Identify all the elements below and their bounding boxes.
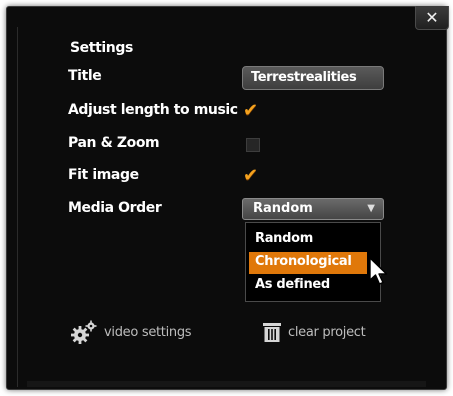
media-order-dropdown: Random Chronological As defined: [245, 222, 381, 302]
option-random[interactable]: Random: [249, 229, 367, 251]
video-settings-button[interactable]: video settings: [70, 320, 192, 344]
divider: [17, 27, 18, 387]
gears-icon: [71, 320, 97, 344]
media-order-label: Media Order: [68, 200, 162, 216]
checkmark-icon: ✔: [243, 165, 259, 186]
adjust-length-checkbox[interactable]: ✔: [243, 100, 260, 121]
fit-image-label: Fit image: [68, 167, 139, 183]
mouse-pointer-icon: [369, 257, 388, 285]
triangle-down-icon: ▼: [367, 203, 375, 214]
media-order-select[interactable]: Random ▼: [242, 198, 384, 220]
video-settings-label: video settings: [104, 324, 192, 340]
title-label: Title: [68, 68, 102, 84]
title-input[interactable]: Terrestrealities: [242, 66, 384, 90]
option-as-defined[interactable]: As defined: [249, 275, 367, 297]
fit-image-checkbox[interactable]: ✔: [243, 165, 260, 186]
adjust-length-label: Adjust length to music: [68, 102, 238, 118]
pan-zoom-label: Pan & Zoom: [68, 135, 160, 151]
trash-icon: [263, 323, 281, 342]
clear-project-label: clear project: [288, 324, 366, 340]
close-button[interactable]: ✕: [415, 6, 449, 30]
close-icon: ✕: [425, 8, 439, 27]
settings-heading: Settings: [70, 40, 133, 56]
media-order-value: Random: [253, 201, 313, 216]
clear-project-button[interactable]: clear project: [262, 320, 366, 344]
option-chronological[interactable]: Chronological: [249, 252, 367, 274]
checkmark-icon: ✔: [243, 100, 259, 121]
pan-zoom-checkbox[interactable]: [246, 138, 260, 152]
bottom-strip: [27, 381, 426, 387]
